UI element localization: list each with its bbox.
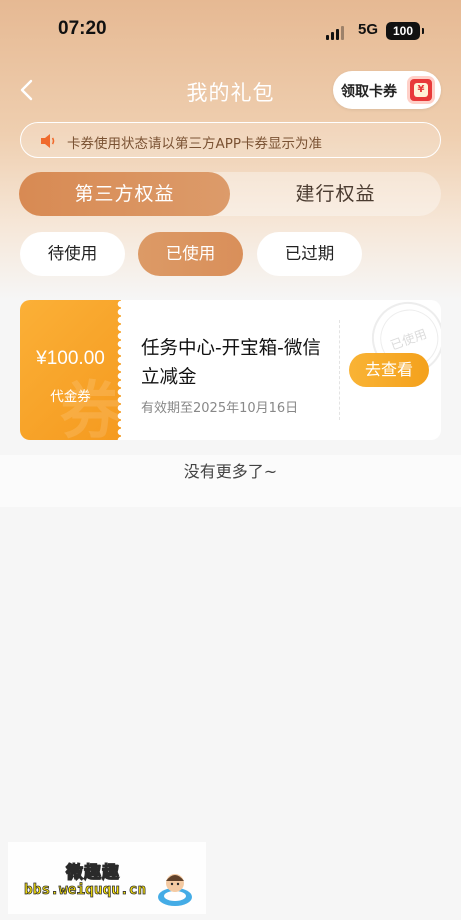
coupon-expiry: 有效期至2025年10月16日: [141, 401, 299, 416]
mascot-icon: [154, 867, 196, 909]
tab-ccb[interactable]: 建行权益: [230, 172, 441, 216]
notice-bar: 卡券使用状态请以第三方APP卡券显示为准: [20, 122, 441, 158]
battery-icon: 100: [386, 22, 424, 40]
coupon-title: 任务中心-开宝箱-微信立减金: [141, 338, 321, 388]
main-tabs: 第三方权益 建行权益: [19, 172, 441, 216]
watermark-name: 微趣趣: [65, 862, 120, 883]
filter-tab-expired[interactable]: 已过期: [257, 232, 362, 276]
coupon-value-panel: 券 ¥100.00 代金券: [20, 300, 122, 440]
coupon-type: 代金券: [50, 389, 91, 405]
watermark-url: bbs.weiququ.cn: [24, 882, 147, 899]
coupon-divider: [339, 320, 340, 420]
speaker-icon: [40, 133, 58, 149]
claim-coupon-button[interactable]: 领取卡券 ¥: [333, 71, 441, 109]
coupon-perforation: [117, 300, 125, 440]
no-more-text: 没有更多了~: [183, 462, 278, 481]
status-bar: 07:20 5G 100: [0, 0, 461, 60]
site-watermark-logo: 微趣趣 bbs.weiququ.cn: [8, 842, 206, 914]
filter-tab-unused[interactable]: 待使用: [20, 232, 125, 276]
claim-coupon-label: 领取卡券: [341, 84, 397, 100]
notice-text: 卡券使用状态请以第三方APP卡券显示为准: [67, 136, 323, 152]
coupon-amount: ¥100.00: [36, 348, 105, 369]
network-label: 5G: [358, 21, 379, 38]
view-coupon-button[interactable]: 去查看: [349, 353, 429, 387]
filter-tab-used[interactable]: 已使用: [138, 232, 243, 276]
status-time: 07:20: [58, 18, 107, 39]
signal-icon: [326, 24, 348, 40]
ticket-icon: ¥: [407, 76, 435, 104]
tab-third-party[interactable]: 第三方权益: [19, 172, 230, 216]
coupon-card: 券 ¥100.00 代金券 已使用 任务中心-开宝箱-微信立减金 有效期至202…: [20, 300, 441, 440]
